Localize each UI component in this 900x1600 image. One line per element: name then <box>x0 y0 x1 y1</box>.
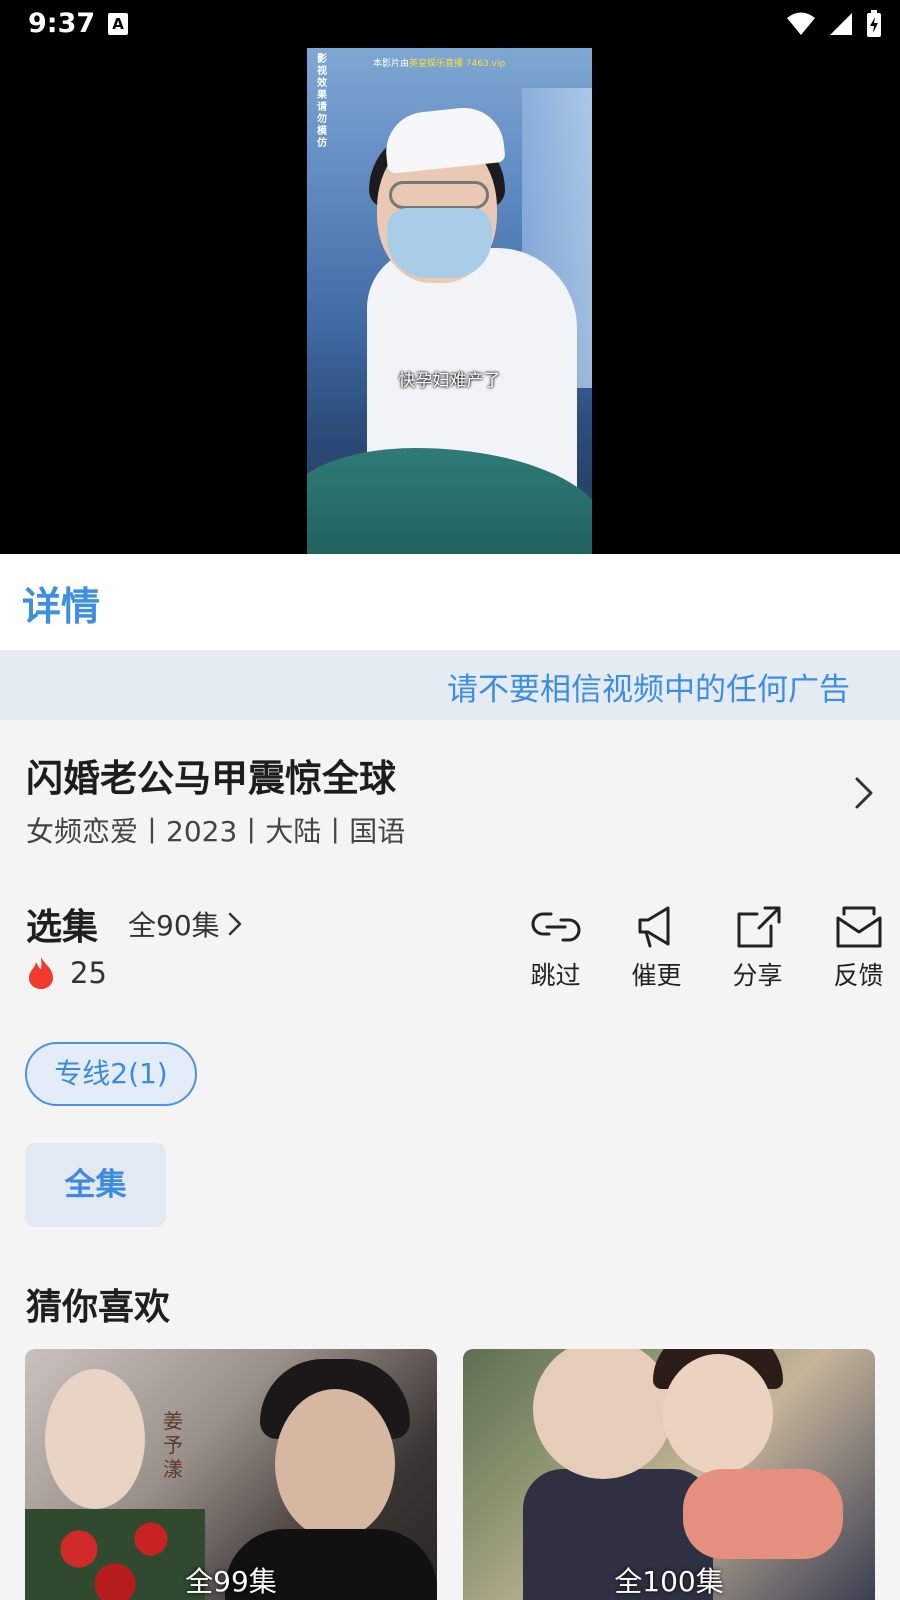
feedback-button[interactable]: 反馈 <box>808 904 900 992</box>
action-bar: 跳过 催更 分享 反馈 <box>505 904 900 992</box>
details-header: 详情 <box>0 554 900 650</box>
ad-warning-text: 请不要相信视频中的任何广告 <box>447 672 850 708</box>
notification-icon: A <box>108 13 128 35</box>
recommend-episode-count: 全99集 <box>185 1565 277 1598</box>
fire-icon <box>29 957 53 989</box>
wifi-icon <box>787 12 815 35</box>
skip-button[interactable]: 跳过 <box>505 904 606 992</box>
skip-label: 跳过 <box>530 961 581 990</box>
show-meta: 女频恋爱丨2023丨大陆丨国语 <box>26 815 406 848</box>
line-selector-chip[interactable]: 专线2(1) <box>25 1042 197 1106</box>
recommend-title: 猜你喜欢 <box>26 1287 171 1328</box>
mail-icon <box>836 906 881 948</box>
popularity: 25 <box>26 956 107 990</box>
chevron-right-icon[interactable] <box>854 776 874 810</box>
share-button[interactable]: 分享 <box>707 904 808 992</box>
status-time: 9:37 <box>28 8 96 39</box>
signal-icon <box>830 13 852 35</box>
chevron-right-icon <box>228 912 241 936</box>
recommend-episode-count: 全100集 <box>614 1565 724 1598</box>
video-side-note: 影视效果 请勿模仿 <box>317 54 327 149</box>
ad-warning-banner: 请不要相信视频中的任何广告 <box>0 650 900 720</box>
share-icon <box>737 906 780 948</box>
show-title: 闪婚老公马甲震惊全球 <box>26 757 396 800</box>
recommend-card[interactable]: 姜予漾 全99集 <box>25 1349 437 1600</box>
popularity-count: 25 <box>70 956 107 990</box>
link-icon <box>531 912 580 942</box>
episodes-total: 全90集 <box>128 909 220 942</box>
video-player[interactable]: 影视效果 请勿模仿 本影片由英皇娱乐直播 7463.vip 快孕妇难产了 <box>0 48 900 554</box>
feedback-label: 反馈 <box>833 961 884 990</box>
episodes-label: 选集 <box>26 907 99 948</box>
status-bar: 9:37 A <box>0 0 900 48</box>
urge-update-label: 催更 <box>631 961 682 990</box>
all-episodes-button[interactable]: 全集 <box>25 1143 166 1227</box>
show-info[interactable]: 闪婚老公马甲震惊全球 女频恋爱丨2023丨大陆丨国语 <box>0 720 900 870</box>
episodes-section: 选集 全90集 25 跳过 催更 分享 反馈 <box>0 890 900 1010</box>
share-label: 分享 <box>732 961 783 990</box>
urge-update-button[interactable]: 催更 <box>606 904 707 992</box>
megaphone-icon <box>638 906 669 948</box>
details-tab[interactable]: 详情 <box>22 576 100 632</box>
video-frame: 影视效果 请勿模仿 本影片由英皇娱乐直播 7463.vip 快孕妇难产了 <box>307 48 592 554</box>
battery-icon <box>867 10 881 37</box>
recommend-card[interactable]: 全100集 <box>463 1349 875 1600</box>
video-subtitle: 快孕妇难产了 <box>398 371 501 391</box>
poster-text: 姜予漾 <box>163 1409 183 1481</box>
video-top-note: 本影片由英皇娱乐直播 7463.vip <box>373 59 506 69</box>
episodes-total-link[interactable]: 全90集 <box>128 904 242 944</box>
